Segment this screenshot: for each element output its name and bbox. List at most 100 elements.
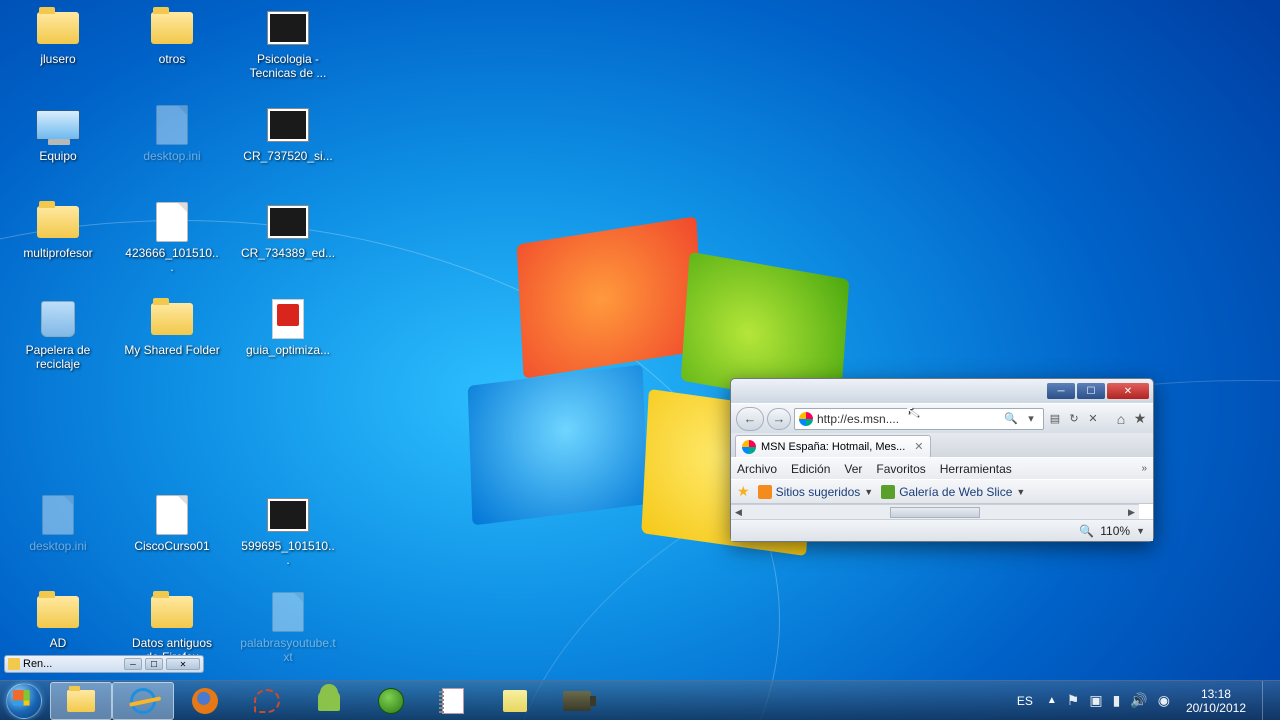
desktop-icon-cisco[interactable]: CiscoCurso01 xyxy=(122,495,222,553)
bin-icon xyxy=(41,301,75,337)
battery-icon[interactable]: ▣ xyxy=(1089,692,1102,709)
address-bar[interactable]: http://es.msn.... 🔍 ▾ xyxy=(794,408,1044,430)
maximize-button[interactable]: ☐ xyxy=(1077,383,1105,399)
desktop-icon-datosff[interactable]: Datos antiguos de Firefox xyxy=(122,592,222,664)
icon-label: Psicologia - Tecnicas de ... xyxy=(238,52,338,80)
icon-label: Equipo xyxy=(8,149,108,163)
task-explorer[interactable] xyxy=(50,682,112,720)
close-button[interactable]: ✕ xyxy=(1107,383,1149,399)
thumb-icon xyxy=(268,206,308,238)
task-globe-app[interactable] xyxy=(360,682,422,720)
desktop-icon-palabras[interactable]: palabrasyoutube.txt xyxy=(238,592,338,664)
menu-ver[interactable]: Ver xyxy=(844,462,862,476)
mini-maximize-button[interactable]: ☐ xyxy=(145,658,163,670)
mini-minimize-button[interactable]: ─ xyxy=(124,658,142,670)
forward-button[interactable]: → xyxy=(767,408,791,430)
desktop-icon-psicologia[interactable]: Psicologia - Tecnicas de ... xyxy=(238,8,338,80)
fav-web-slice[interactable]: Galería de Web Slice ▼ xyxy=(881,485,1025,499)
scroll-left-icon[interactable]: ◀ xyxy=(731,505,746,520)
task-android[interactable] xyxy=(298,682,360,720)
desktop-icon-cr737520[interactable]: CR_737520_si... xyxy=(238,105,338,163)
window-title: Ren... xyxy=(23,658,121,670)
network-icon[interactable]: ▮ xyxy=(1113,692,1121,709)
desktop-icon-cr734389[interactable]: CR_734389_ed... xyxy=(238,202,338,260)
web-slice-icon xyxy=(881,485,895,499)
task-onenote[interactable] xyxy=(422,682,484,720)
task-firefox[interactable] xyxy=(174,682,236,720)
menu-edicion[interactable]: Edición xyxy=(791,462,830,476)
refresh-icon[interactable]: ↻ xyxy=(1066,411,1082,427)
stop-icon[interactable]: ✕ xyxy=(1085,411,1101,427)
window-icon xyxy=(8,658,20,670)
dropdown-icon[interactable]: ▾ xyxy=(1023,411,1039,427)
suggested-sites-icon xyxy=(758,485,772,499)
desktop-icon-jlusero[interactable]: jlusero xyxy=(8,8,108,66)
zoom-level[interactable]: 110% xyxy=(1100,524,1130,538)
tab-close-icon[interactable]: ✕ xyxy=(914,440,923,453)
mini-close-button[interactable]: ✕ xyxy=(166,658,200,670)
titlebar[interactable]: ─ ☐ ✕ xyxy=(731,379,1153,403)
tray-app-icon[interactable]: ◉ xyxy=(1158,692,1170,709)
android-icon xyxy=(318,691,340,711)
desktop-icon-multiprofesor[interactable]: multiprofesor xyxy=(8,202,108,260)
icon-label: 423666_101510... xyxy=(122,246,222,274)
horizontal-scrollbar[interactable]: ◀ ▶ xyxy=(731,504,1139,519)
favorites-star-icon[interactable]: ★ xyxy=(1132,411,1148,427)
show-desktop-button[interactable] xyxy=(1262,681,1274,720)
language-indicator[interactable]: ES xyxy=(1013,692,1037,710)
chevron-down-icon: ▼ xyxy=(864,487,873,497)
snip-icon xyxy=(254,689,280,713)
sticky-note-icon xyxy=(503,690,527,712)
desktop-icon-otros[interactable]: otros xyxy=(122,8,222,66)
desktop-icon-423666[interactable]: 423666_101510... xyxy=(122,202,222,274)
task-camera[interactable] xyxy=(546,682,608,720)
search-icon[interactable]: 🔍 xyxy=(1003,411,1019,427)
desktop-icon-papelera[interactable]: Papelera de reciclaje xyxy=(8,299,108,371)
volume-icon[interactable]: 🔊 xyxy=(1130,692,1147,709)
desktop-icon-599695[interactable]: 599695_101510... xyxy=(238,495,338,567)
icon-label: AD xyxy=(8,636,108,650)
tray-overflow-icon[interactable]: ▲ xyxy=(1047,695,1057,706)
home-icon[interactable]: ⌂ xyxy=(1113,411,1129,427)
status-bar: 🔍 110% ▼ xyxy=(731,519,1153,541)
icon-label: 599695_101510... xyxy=(238,539,338,567)
scroll-thumb[interactable] xyxy=(890,507,980,518)
task-snipping-tool[interactable] xyxy=(236,682,298,720)
thumb-icon xyxy=(268,109,308,141)
desktop-icon-ad[interactable]: AD xyxy=(8,592,108,650)
desktop-icon-equipo[interactable]: Equipo xyxy=(8,105,108,163)
icon-label: CiscoCurso01 xyxy=(122,539,222,553)
clock[interactable]: 13:18 20/10/2012 xyxy=(1180,687,1252,715)
icon-label: desktop.ini xyxy=(122,149,222,163)
fav-sitios-sugeridos[interactable]: Sitios sugeridos ▼ xyxy=(758,485,874,499)
background-window-titlebar[interactable]: Ren... ─ ☐ ✕ xyxy=(4,655,204,673)
action-center-icon[interactable]: ⚑ xyxy=(1067,692,1080,709)
compat-view-icon[interactable]: ▤ xyxy=(1047,411,1063,427)
menu-favoritos[interactable]: Favoritos xyxy=(876,462,925,476)
file-icon xyxy=(272,592,304,632)
folder-icon xyxy=(37,12,79,44)
nav-toolbar: ← → http://es.msn.... 🔍 ▾ ▤ ↻ ✕ ⌂ ★ xyxy=(731,403,1153,433)
back-button[interactable]: ← xyxy=(736,407,764,431)
desktop-icon-guiaopt[interactable]: guia_optimiza... xyxy=(238,299,338,357)
tab-favicon-icon xyxy=(742,440,756,454)
minimize-button[interactable]: ─ xyxy=(1047,383,1075,399)
icon-label: guia_optimiza... xyxy=(238,343,338,357)
tab-bar: MSN España: Hotmail, Mes... ✕ xyxy=(731,433,1153,457)
menu-archivo[interactable]: Archivo xyxy=(737,462,777,476)
start-button[interactable] xyxy=(0,681,48,720)
desktop-icon-myshared[interactable]: My Shared Folder xyxy=(122,299,222,357)
menu-herramientas[interactable]: Herramientas xyxy=(940,462,1012,476)
desktop-icon-desktopini2[interactable]: desktop.ini xyxy=(8,495,108,553)
browser-tab[interactable]: MSN España: Hotmail, Mes... ✕ xyxy=(735,435,931,457)
desktop[interactable]: jluserootros Psicologia - Tecnicas de ...… xyxy=(0,0,1280,720)
task-internet-explorer[interactable] xyxy=(112,682,174,720)
add-favorite-icon[interactable]: ★ xyxy=(737,483,750,500)
thumb-icon xyxy=(268,499,308,531)
menu-overflow-icon[interactable]: » xyxy=(1141,463,1147,474)
zoom-icon[interactable]: 🔍 xyxy=(1079,524,1094,538)
desktop-icon-desktopini1[interactable]: desktop.ini xyxy=(122,105,222,163)
task-sticky-notes[interactable] xyxy=(484,682,546,720)
scroll-right-icon[interactable]: ▶ xyxy=(1124,505,1139,520)
zoom-dropdown-icon[interactable]: ▼ xyxy=(1136,526,1145,536)
